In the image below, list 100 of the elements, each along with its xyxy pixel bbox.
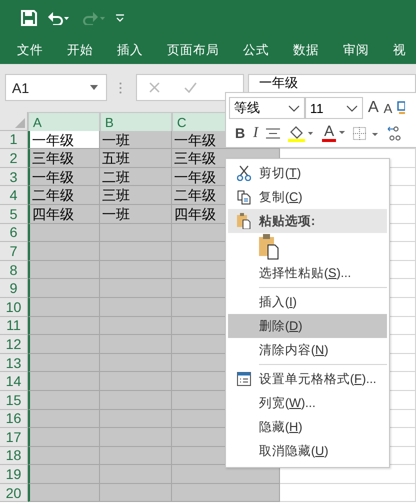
table-cell: 三班: [100, 186, 172, 205]
table-cell: [100, 390, 172, 410]
table-cell: 一年级: [28, 168, 100, 186]
table-cell: [100, 242, 172, 261]
row-header[interactable]: 12: [0, 335, 28, 354]
menu-item[interactable]: 插入(I): [228, 290, 387, 314]
table-cell: [100, 316, 172, 336]
ribbon-tab[interactable]: 审阅: [343, 42, 369, 58]
row-header[interactable]: 7: [0, 242, 28, 261]
row-header[interactable]: 15: [0, 390, 28, 410]
row-header[interactable]: 11: [0, 316, 28, 336]
row-header[interactable]: 18: [0, 446, 28, 466]
clipboard-icon: [236, 213, 250, 229]
menu-item[interactable]: 清除内容(N): [228, 338, 387, 362]
font-select[interactable]: 等线: [229, 97, 305, 119]
table-cell: [28, 484, 100, 502]
dropdown-icon: [90, 85, 98, 90]
table-cell: [28, 298, 100, 317]
table-cell: [28, 372, 100, 391]
table-cell: 二班: [100, 168, 172, 186]
menu-item[interactable]: 列宽(W)...: [228, 391, 387, 415]
ribbon-tab[interactable]: 页面布局: [167, 42, 219, 58]
table-cell: [100, 354, 172, 372]
row-header[interactable]: 19: [0, 465, 28, 484]
table-cell: 二年级: [28, 186, 100, 205]
align-center-icon[interactable]: [266, 128, 280, 138]
table-cell: [100, 224, 172, 242]
undo-icon[interactable]: [47, 11, 71, 25]
corner-triangle-icon: [15, 118, 25, 128]
ribbon-tab[interactable]: 公式: [243, 42, 269, 58]
table-cell: 四年级: [28, 204, 100, 224]
table-cell: [28, 260, 100, 280]
save-icon[interactable]: [21, 10, 37, 26]
row-header[interactable]: 1: [0, 130, 28, 150]
table-cell: [28, 465, 100, 484]
table-cell: [28, 354, 100, 372]
table-cell: [28, 316, 100, 336]
table-cell: [100, 298, 172, 317]
table-cell: [100, 484, 172, 502]
menu-item[interactable]: 设置单元格格式(F)...: [228, 367, 387, 391]
row-header[interactable]: 13: [0, 354, 28, 372]
font-color-button[interactable]: A: [322, 124, 336, 142]
table-cell: [28, 242, 100, 261]
row-header[interactable]: 14: [0, 372, 28, 391]
table-cell: [100, 372, 172, 391]
row-header[interactable]: 20: [0, 484, 28, 502]
table-cell: [100, 428, 172, 447]
table-cell: [28, 390, 100, 410]
table-cell: [100, 279, 172, 298]
table-cell: 五班: [100, 149, 172, 168]
borders-icon[interactable]: [353, 126, 380, 140]
table-cell: 一班: [100, 130, 172, 150]
copy-icon: [236, 190, 250, 204]
customize-dropdown-icon[interactable]: [115, 13, 125, 23]
format-icon[interactable]: [397, 101, 406, 115]
ribbon-tab[interactable]: 文件: [17, 42, 43, 58]
table-cell: [28, 446, 100, 466]
table-cell: [28, 224, 100, 242]
scissors-icon: [236, 165, 250, 181]
table-cell: 一年级: [28, 130, 100, 150]
shrink-font-button[interactable]: A: [384, 100, 392, 116]
row-header[interactable]: 8: [0, 260, 28, 280]
ribbon-tab[interactable]: 开始: [67, 42, 93, 58]
ribbon-tab[interactable]: 插入: [117, 42, 143, 58]
table-cell: [100, 335, 172, 354]
format-cells-icon: [236, 372, 250, 386]
table-cell: [28, 428, 100, 447]
ribbon-tab[interactable]: 数据: [293, 42, 319, 58]
fill-color-icon[interactable]: [288, 124, 314, 142]
clipboard-icon[interactable]: [259, 234, 279, 260]
chevron-down-icon: [346, 104, 358, 112]
table-cell: 三年级: [28, 149, 100, 168]
menu-item[interactable]: 选择性粘贴(S)...: [228, 261, 387, 285]
row-header[interactable]: 16: [0, 410, 28, 428]
row-header[interactable]: 5: [0, 204, 28, 224]
table-cell: [100, 260, 172, 280]
menu-item[interactable]: 隐藏(H): [228, 415, 387, 439]
row-header[interactable]: 4: [0, 186, 28, 205]
name-box[interactable]: A1: [5, 74, 107, 101]
menu-item[interactable]: 删除(D): [228, 314, 387, 338]
table-cell: [100, 446, 172, 466]
font-size-select[interactable]: 11: [305, 97, 363, 119]
grow-font-button[interactable]: A: [368, 99, 379, 117]
row-header[interactable]: 6: [0, 224, 28, 242]
table-cell: [28, 410, 100, 428]
ribbon-tab[interactable]: 视: [393, 42, 406, 58]
decimal-icon[interactable]: [387, 125, 402, 141]
chevron-down-icon: [288, 104, 300, 112]
row-header[interactable]: 10: [0, 298, 28, 317]
table-cell: [100, 465, 172, 484]
table-cell: [100, 410, 172, 428]
table-cell: 一班: [100, 204, 172, 224]
check-icon[interactable]: [184, 82, 197, 93]
table-cell: [28, 335, 100, 354]
dropdown-icon[interactable]: [339, 131, 346, 135]
menu-item[interactable]: 取消隐藏(U): [228, 439, 387, 463]
row-header[interactable]: 17: [0, 428, 28, 447]
row-header[interactable]: 9: [0, 279, 28, 298]
row-header[interactable]: 2: [0, 149, 28, 168]
row-header[interactable]: 3: [0, 168, 28, 186]
